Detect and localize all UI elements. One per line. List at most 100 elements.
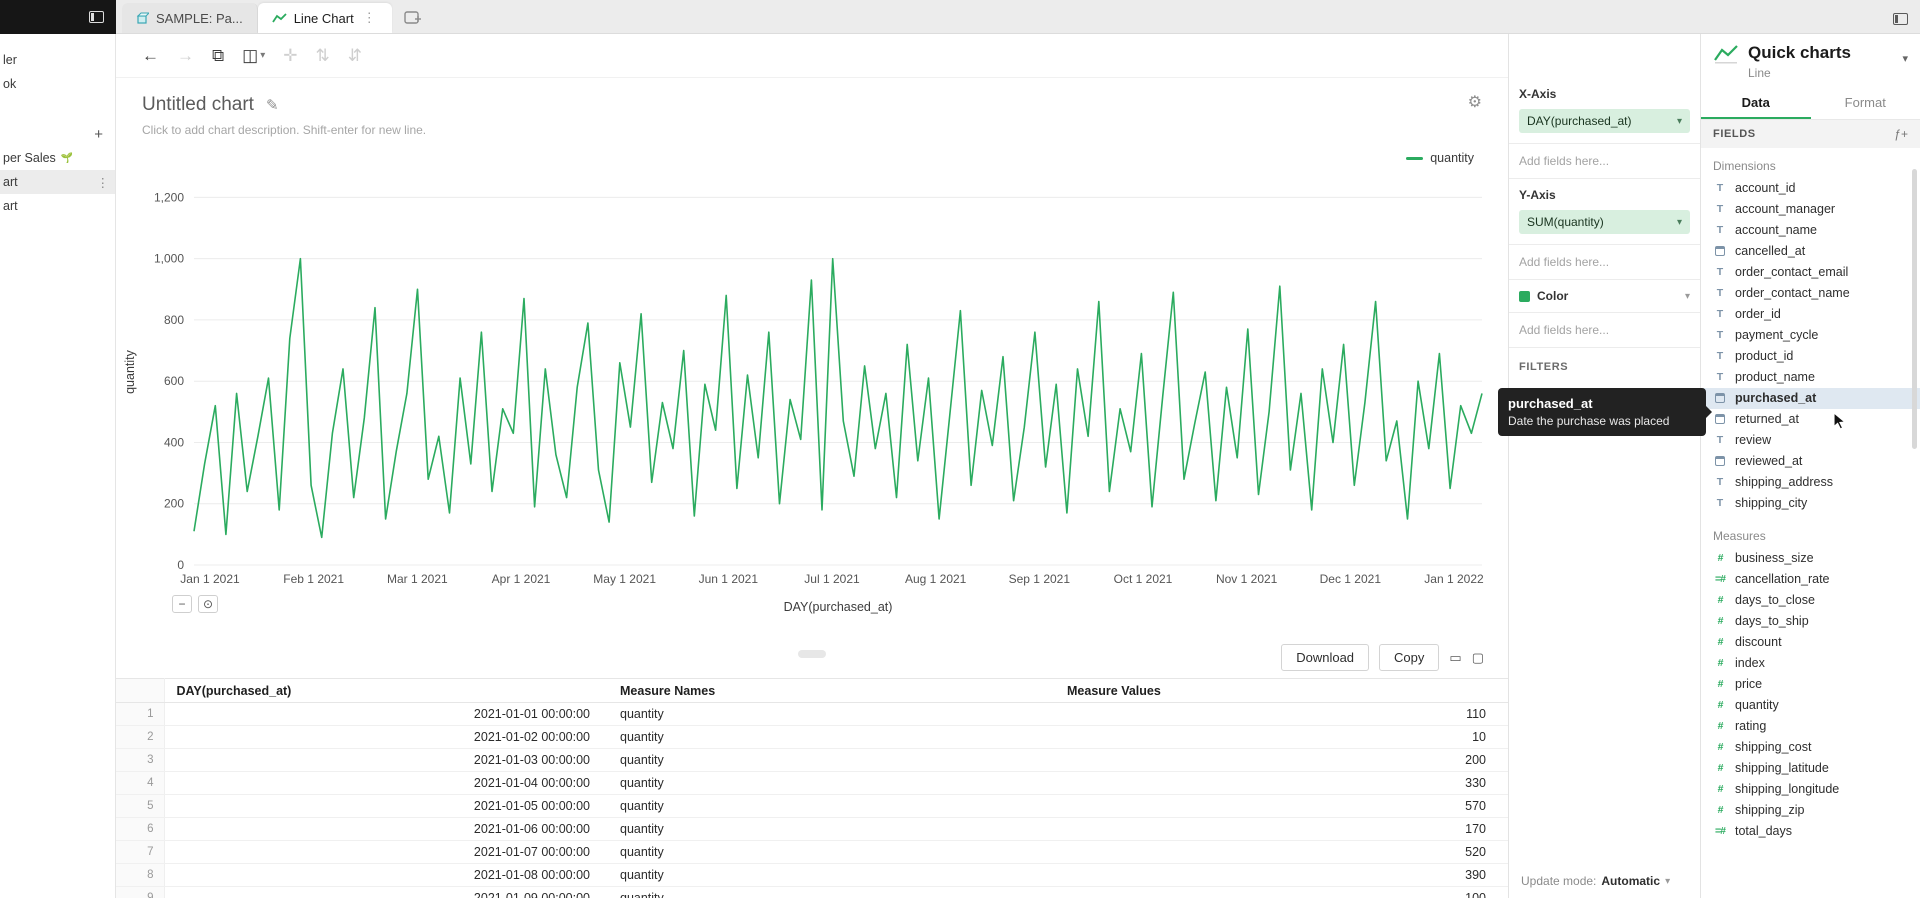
y-axis-field-pill[interactable]: SUM(quantity) ▾ xyxy=(1519,210,1690,234)
item-menu-icon[interactable]: ⋮ xyxy=(97,175,110,190)
measure-value-cell[interactable]: 110 xyxy=(1055,703,1508,726)
measure-value-cell[interactable]: 570 xyxy=(1055,795,1508,818)
x-axis-dropzone[interactable]: Add fields here... xyxy=(1509,144,1700,179)
dimension-item-product_id[interactable]: Tproduct_id xyxy=(1701,346,1920,367)
day-cell[interactable]: 2021-01-09 00:00:00 xyxy=(164,887,608,898)
measure-value-cell[interactable]: 200 xyxy=(1055,749,1508,772)
measure-item-discount[interactable]: #discount xyxy=(1701,632,1920,653)
table-row[interactable]: 92021-01-09 00:00:00quantity100 xyxy=(116,887,1508,898)
color-dropzone[interactable]: Add fields here... xyxy=(1509,313,1700,348)
dimension-item-shipping_address[interactable]: Tshipping_address xyxy=(1701,472,1920,493)
dimension-item-account_id[interactable]: Taccount_id xyxy=(1701,178,1920,199)
quick-charts-header[interactable]: Quick charts Line ▾ xyxy=(1701,34,1920,88)
table-row[interactable]: 72021-01-07 00:00:00quantity520 xyxy=(116,841,1508,864)
tab-menu-icon[interactable]: ⋮ xyxy=(361,10,378,26)
measure-name-cell[interactable]: quantity xyxy=(608,887,1055,898)
tab-data[interactable]: Data xyxy=(1701,88,1811,119)
new-chart-tab-button[interactable] xyxy=(392,3,434,33)
column-header-measure-values[interactable]: Measure Values xyxy=(1055,679,1508,703)
measure-value-cell[interactable]: 330 xyxy=(1055,772,1508,795)
dimension-item-purchased_at[interactable]: purchased_at xyxy=(1701,388,1920,409)
dimension-item-payment_cycle[interactable]: Tpayment_cycle xyxy=(1701,325,1920,346)
color-section[interactable]: Color ▾ xyxy=(1509,280,1700,313)
measure-name-cell[interactable]: quantity xyxy=(608,703,1055,726)
sidebar-item[interactable]: ok xyxy=(0,72,115,96)
collapse-sidebar-icon[interactable] xyxy=(89,11,104,23)
expand-table-icon[interactable]: ▢ xyxy=(1472,650,1484,666)
table-row[interactable]: 22021-01-02 00:00:00quantity10 xyxy=(116,726,1508,749)
export-chart-icon[interactable]: ◫▾ xyxy=(242,46,265,66)
dimension-item-shipping_city[interactable]: Tshipping_city xyxy=(1701,493,1920,514)
back-arrow-icon[interactable]: ← xyxy=(142,46,159,66)
measure-item-days_to_close[interactable]: #days_to_close xyxy=(1701,590,1920,611)
chevron-down-icon[interactable]: ▾ xyxy=(1677,217,1682,228)
tab-sample-dashboard[interactable]: SAMPLE: Pa... xyxy=(122,3,258,33)
measure-name-cell[interactable]: quantity xyxy=(608,726,1055,749)
measure-name-cell[interactable]: quantity xyxy=(608,841,1055,864)
collapse-right-panel-icon[interactable] xyxy=(1893,13,1908,25)
measure-value-cell[interactable]: 520 xyxy=(1055,841,1508,864)
zoom-out-button[interactable]: − xyxy=(172,595,192,613)
measure-item-total_days[interactable]: =#total_days xyxy=(1701,821,1920,842)
day-cell[interactable]: 2021-01-01 00:00:00 xyxy=(164,703,608,726)
day-cell[interactable]: 2021-01-04 00:00:00 xyxy=(164,772,608,795)
sidebar-item[interactable]: art⋮ xyxy=(0,170,115,194)
table-row[interactable]: 12021-01-01 00:00:00quantity110 xyxy=(116,703,1508,726)
scrollbar-thumb[interactable] xyxy=(1912,169,1917,449)
measure-item-shipping_zip[interactable]: #shipping_zip xyxy=(1701,800,1920,821)
measure-item-business_size[interactable]: #business_size xyxy=(1701,548,1920,569)
copy-button[interactable]: Copy xyxy=(1379,644,1439,671)
table-row[interactable]: 82021-01-08 00:00:00quantity390 xyxy=(116,864,1508,887)
chart-settings-icon[interactable]: ⚙ xyxy=(1468,92,1482,112)
add-function-icon[interactable]: ƒ+ xyxy=(1894,127,1908,141)
day-cell[interactable]: 2021-01-06 00:00:00 xyxy=(164,818,608,841)
table-row[interactable]: 42021-01-04 00:00:00quantity330 xyxy=(116,772,1508,795)
measure-name-cell[interactable]: quantity xyxy=(608,772,1055,795)
column-header-measure-names[interactable]: Measure Names xyxy=(608,679,1055,703)
dimension-item-order_contact_name[interactable]: Torder_contact_name xyxy=(1701,283,1920,304)
day-cell[interactable]: 2021-01-02 00:00:00 xyxy=(164,726,608,749)
measure-item-rating[interactable]: #rating xyxy=(1701,716,1920,737)
column-header-day[interactable]: DAY(purchased_at) xyxy=(164,679,608,703)
measure-item-shipping_cost[interactable]: #shipping_cost xyxy=(1701,737,1920,758)
sidebar-item[interactable]: ler xyxy=(0,48,115,72)
chevron-down-icon[interactable]: ▾ xyxy=(1677,116,1682,127)
tab-line-chart[interactable]: Line Chart ⋮ xyxy=(258,3,392,33)
day-cell[interactable]: 2021-01-03 00:00:00 xyxy=(164,749,608,772)
day-cell[interactable]: 2021-01-08 00:00:00 xyxy=(164,864,608,887)
bring-forward-icon[interactable]: ⧉ xyxy=(212,46,224,66)
measure-item-shipping_longitude[interactable]: #shipping_longitude xyxy=(1701,779,1920,800)
dimension-item-returned_at[interactable]: returned_at xyxy=(1701,409,1920,430)
dimension-item-order_id[interactable]: Torder_id xyxy=(1701,304,1920,325)
x-axis-field-pill[interactable]: DAY(purchased_at) ▾ xyxy=(1519,109,1690,133)
table-row[interactable]: 62021-01-06 00:00:00quantity170 xyxy=(116,818,1508,841)
measure-item-shipping_latitude[interactable]: #shipping_latitude xyxy=(1701,758,1920,779)
dimension-item-account_manager[interactable]: Taccount_manager xyxy=(1701,199,1920,220)
chevron-down-icon[interactable]: ▾ xyxy=(1665,876,1670,887)
tab-format[interactable]: Format xyxy=(1811,88,1920,119)
dimension-item-reviewed_at[interactable]: reviewed_at xyxy=(1701,451,1920,472)
dimension-item-order_contact_email[interactable]: Torder_contact_email xyxy=(1701,262,1920,283)
measure-item-price[interactable]: #price xyxy=(1701,674,1920,695)
table-row[interactable]: 52021-01-05 00:00:00quantity570 xyxy=(116,795,1508,818)
sidebar-add-button[interactable]: + xyxy=(0,122,115,146)
edit-title-icon[interactable]: ✎ xyxy=(266,96,279,114)
resize-drag-handle[interactable] xyxy=(798,650,826,658)
sidebar-item[interactable]: per Sales🌱 xyxy=(0,146,115,170)
chart-description-placeholder[interactable]: Click to add chart description. Shift-en… xyxy=(142,123,1482,137)
sidebar-item[interactable]: art xyxy=(0,194,115,218)
day-cell[interactable]: 2021-01-07 00:00:00 xyxy=(164,841,608,864)
measure-name-cell[interactable]: quantity xyxy=(608,749,1055,772)
measure-item-days_to_ship[interactable]: #days_to_ship xyxy=(1701,611,1920,632)
collapse-table-icon[interactable]: ▭ xyxy=(1449,650,1461,666)
chart-title[interactable]: Untitled chart xyxy=(142,94,254,116)
measure-value-cell[interactable]: 100 xyxy=(1055,887,1508,898)
measure-item-index[interactable]: #index xyxy=(1701,653,1920,674)
dimension-item-review[interactable]: Treview xyxy=(1701,430,1920,451)
y-axis-dropzone[interactable]: Add fields here... xyxy=(1509,245,1700,280)
chevron-down-icon[interactable]: ▾ xyxy=(1902,52,1908,65)
update-mode-select[interactable]: Automatic xyxy=(1601,874,1660,888)
measure-name-cell[interactable]: quantity xyxy=(608,818,1055,841)
measure-value-cell[interactable]: 390 xyxy=(1055,864,1508,887)
dimension-item-account_name[interactable]: Taccount_name xyxy=(1701,220,1920,241)
